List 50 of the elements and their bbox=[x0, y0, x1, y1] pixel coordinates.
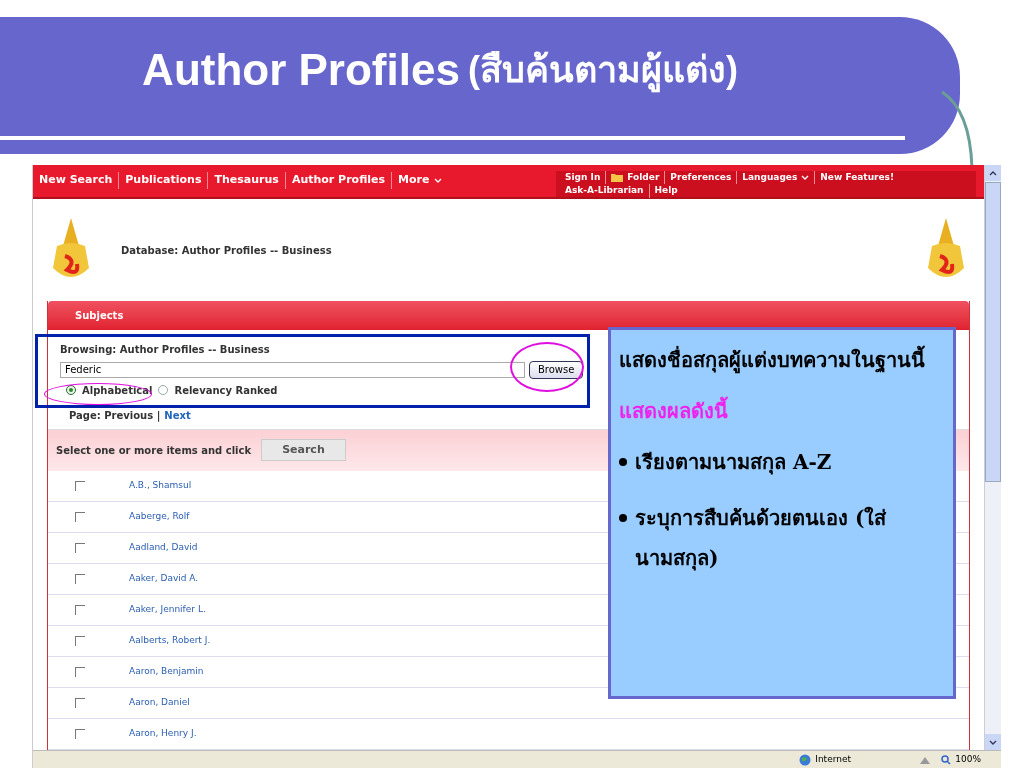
account-link[interactable]: New Features! bbox=[814, 170, 900, 184]
author-link[interactable]: Aaron, Henry J. bbox=[129, 727, 197, 741]
account-link[interactable]: Ask-A-Librarian bbox=[560, 184, 649, 198]
folder-icon bbox=[611, 172, 624, 182]
callout-bullet: ระบุการสืบค้นด้วยตนเอง (ใส่นามสกุล) bbox=[635, 505, 888, 573]
browse-button[interactable]: Browse bbox=[529, 360, 584, 379]
pager-label: Page: Previous | bbox=[69, 408, 161, 423]
scroll-down-icon[interactable] bbox=[989, 739, 997, 745]
account-link[interactable]: Languages bbox=[736, 170, 815, 184]
callout-heading: แสดงผลดังนี้ bbox=[619, 396, 945, 426]
zone-label: Internet bbox=[815, 752, 851, 766]
globe-icon bbox=[799, 753, 812, 766]
account-link[interactable]: Preferences bbox=[664, 170, 737, 184]
callout-bullet: เรียงตามนามสกุล A-Z bbox=[635, 449, 832, 477]
author-link[interactable]: A.B., Shamsul bbox=[129, 479, 192, 493]
account-link[interactable]: Folder bbox=[605, 170, 665, 184]
nav-link[interactable]: Thesaurus bbox=[207, 172, 285, 189]
author-link[interactable]: Aaberge, Rolf bbox=[129, 510, 190, 524]
panel-tab[interactable]: Subjects bbox=[75, 307, 124, 323]
slide-subtitle: (สืบค้นตามผู้แต่ง) bbox=[467, 43, 738, 97]
bullet-icon bbox=[619, 514, 627, 522]
author-link[interactable]: Aaker, David A. bbox=[129, 572, 199, 586]
nav-link[interactable]: New Search bbox=[33, 172, 119, 189]
account-link[interactable]: Help bbox=[648, 184, 683, 198]
author-link[interactable]: Aaker, Jennifer L. bbox=[129, 603, 206, 617]
nav-link[interactable]: Author Profiles bbox=[284, 172, 392, 189]
author-link[interactable]: Aalberts, Robert J. bbox=[129, 634, 211, 648]
caret-icon bbox=[801, 174, 810, 180]
select-instruction: Select one or more items and click bbox=[56, 443, 252, 458]
author-link[interactable]: Aadland, David bbox=[129, 541, 198, 555]
search-field[interactable]: Federic bbox=[60, 361, 525, 378]
slide-title: Author Profiles bbox=[142, 44, 460, 96]
radio-button[interactable] bbox=[66, 385, 76, 396]
zoom-level[interactable]: 100% bbox=[955, 752, 981, 767]
browsing-label: Browsing: Author Profiles -- Business bbox=[60, 342, 271, 357]
author-link[interactable]: Aaron, Daniel bbox=[129, 696, 190, 710]
radio-button[interactable] bbox=[158, 385, 169, 396]
bullet-icon bbox=[619, 458, 627, 466]
search-button[interactable]: Search bbox=[261, 439, 346, 462]
zoom-icon[interactable] bbox=[941, 754, 952, 765]
nav-link[interactable]: Publications bbox=[118, 172, 208, 189]
next-link[interactable]: Next bbox=[164, 407, 191, 423]
callout-text: แสดงชื่อสกุลผู้แต่งบทความในฐานนี้ bbox=[619, 340, 945, 380]
radio-label: Relevancy Ranked bbox=[174, 383, 278, 398]
account-link[interactable]: Sign In bbox=[560, 170, 606, 184]
scroll-thumb[interactable] bbox=[985, 182, 1001, 482]
scroll-up-icon[interactable] bbox=[989, 170, 997, 176]
database-label: Database: Author Profiles -- Business bbox=[121, 243, 332, 258]
author-link[interactable]: Aaron, Benjamin bbox=[129, 665, 204, 679]
nav-link[interactable]: More bbox=[391, 172, 448, 189]
